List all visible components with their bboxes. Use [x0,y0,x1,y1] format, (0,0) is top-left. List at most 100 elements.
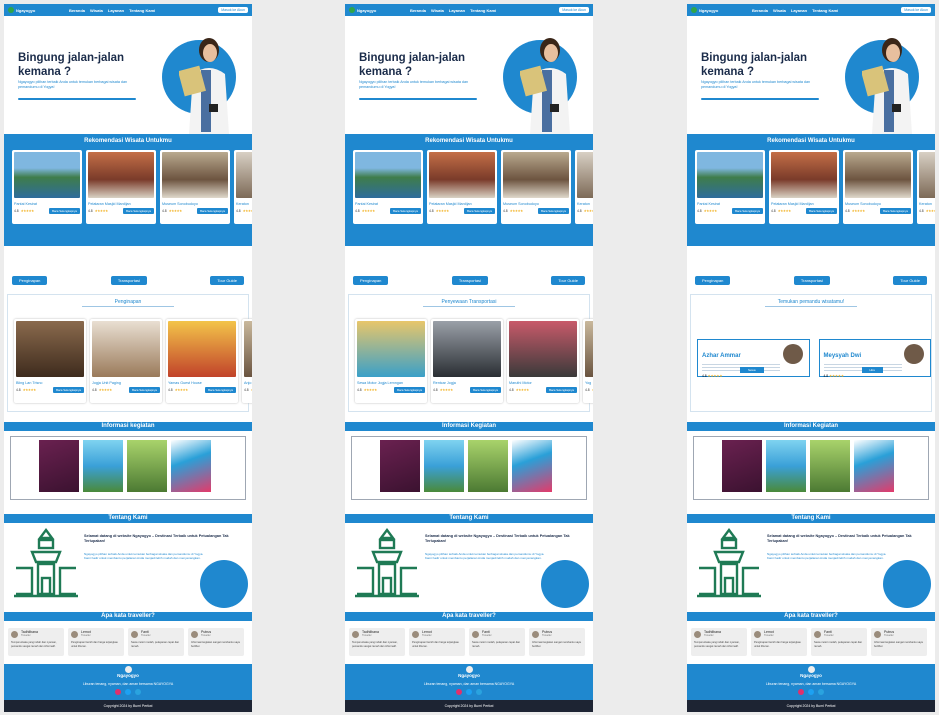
nav-link-beranda[interactable]: Beranda [410,8,426,13]
nav-link-layanan[interactable]: Layanan [449,8,465,13]
place-card[interactable]: Pelataran Masjid Mardijan 4.8 ★★★★★ Baca S… [769,150,839,224]
nav-link-wisata[interactable]: Wisata [773,8,786,13]
place-card[interactable]: Yog 4.8★★★★★Baca Selengkapnya [583,319,593,403]
telegram-icon[interactable] [135,689,141,695]
twitter-icon[interactable] [125,689,131,695]
tab-penginapan[interactable]: Penginapan [12,276,48,285]
testimoni-heading: Apa kata traveller? [101,613,155,619]
nav-link-layanan[interactable]: Layanan [791,8,807,13]
star-icons: ★★★★★ [435,209,450,213]
nav-link-beranda[interactable]: Beranda [752,8,768,13]
event-poster[interactable] [810,440,850,492]
tab-tour-guide[interactable]: Tour Guide [210,276,244,285]
tab-transportasi[interactable]: Transportasi [110,276,147,285]
brand-logo[interactable]: Ngayogyo [691,7,747,13]
nav-link-wisata[interactable]: Wisata [431,8,444,13]
place-card[interactable]: Pantai Kesirat 4.8 ★★★★★ Baca Selengkapnya [12,150,82,224]
guide-card[interactable]: Azhar Ammar 4.8 ★★★★★ Sewa [697,339,810,378]
place-card[interactable]: Anjo 4.8★★★★★Baca Selengkapnya [242,319,252,403]
hire-button[interactable]: Hire [861,367,884,373]
nav-link-layanan[interactable]: Layanan [108,8,124,13]
place-card[interactable]: Museum Sonobudoyo 4.8 ★★★★★ Baca Selengkap… [160,150,230,224]
instagram-icon[interactable] [115,689,121,695]
login-button[interactable]: Masuk ke Akun [559,7,589,13]
place-card[interactable]: Rentcar Jogja 4.8 ★★★★★ Baca Selengkapnya [431,319,503,403]
place-card[interactable]: Pantai Kesirat 4.8 ★★★★★ Baca Selengkapnya [695,150,765,224]
read-more-button[interactable]: Baca Selengkapnya [390,208,421,214]
read-more-button[interactable]: Baca Selengkapnya [470,387,501,393]
event-poster[interactable] [424,440,464,492]
brand-logo[interactable]: Ngayogyo [349,7,405,13]
place-card[interactable]: Sewa Motor Jogja Lemngan 4.8 ★★★★★ Baca Se… [355,319,427,403]
instagram-icon[interactable] [798,689,804,695]
event-poster[interactable] [854,440,894,492]
read-more-button[interactable]: Baca Selengkapnya [880,208,911,214]
place-card[interactable]: Keraton 4.8★★★★★Baca Selengkapnya [917,150,935,224]
read-more-button[interactable]: Baca Selengkapnya [205,387,236,393]
event-poster[interactable] [39,440,79,492]
place-card[interactable]: Pantai Kesirat 4.8 ★★★★★ Baca Selengkapnya [353,150,423,224]
place-card[interactable]: Museum Sonobudoyo 4.8 ★★★★★ Baca Selengkap… [843,150,913,224]
place-card[interactable]: Museum Sonobudoyo 4.8 ★★★★★ Baca Selengkap… [501,150,571,224]
place-card[interactable]: Pelataran Masjid Mardijan 4.8 ★★★★★ Baca S… [86,150,156,224]
nav-link-tentang[interactable]: Tentang Kami [470,8,496,13]
nav-link-wisata[interactable]: Wisata [90,8,103,13]
nav-link-tentang[interactable]: Tentang Kami [812,8,838,13]
place-card[interactable]: Yamas Guest House 4.8 ★★★★★ Baca Selengkap… [166,319,238,403]
event-poster[interactable] [766,440,806,492]
read-more-button[interactable]: Baca Selengkapnya [197,208,228,214]
event-poster[interactable] [127,440,167,492]
guide-card[interactable]: Meysyah Dwi 4.8 ★★★★★ Hire [818,339,931,378]
event-gallery[interactable] [693,436,929,500]
tab-penginapan[interactable]: Penginapan [695,276,731,285]
twitter-icon[interactable] [466,689,472,695]
event-poster[interactable] [83,440,123,492]
read-more-button[interactable]: Baca Selengkapnya [546,387,577,393]
tab-tour-guide[interactable]: Tour Guide [551,276,585,285]
nav-link-beranda[interactable]: Beranda [69,8,85,13]
recommendation-carousel[interactable]: Pantai Kesirat 4.8 ★★★★★ Baca Selengkapnya… [345,144,593,224]
tab-tour-guide[interactable]: Tour Guide [893,276,927,285]
read-more-button[interactable]: Baca Selengkapnya [394,387,425,393]
read-more-button[interactable]: Baca Selengkapnya [123,208,154,214]
tab-transportasi[interactable]: Transportasi [793,276,830,285]
place-card[interactable]: Maruthi Motor 4.8 ★★★★★ Baca Selengkapnya [507,319,579,403]
read-more-button[interactable]: Baca Selengkapnya [464,208,495,214]
event-poster[interactable] [380,440,420,492]
login-button[interactable]: Masuk ke Akun [901,7,931,13]
login-button[interactable]: Masuk ke Akun [218,7,248,13]
tab-penginapan[interactable]: Penginapan [353,276,389,285]
place-card[interactable]: Keraton 4.8★★★★★Baca Selengkapnya [234,150,252,224]
hire-button[interactable]: Sewa [740,367,764,373]
event-poster[interactable] [171,440,211,492]
telegram-icon[interactable] [476,689,482,695]
read-more-button[interactable]: Baca Selengkapnya [129,387,160,393]
event-poster[interactable] [468,440,508,492]
read-more-button[interactable]: Baca Selengkapnya [53,387,84,393]
place-card[interactable]: Keraton 4.8★★★★★Baca Selengkapnya [575,150,593,224]
testimonial-list: Tadhilbana Traveller Tempat wisata yang in… [8,628,244,656]
read-more-button[interactable]: Baca Selengkapnya [49,208,80,214]
twitter-icon[interactable] [808,689,814,695]
event-poster[interactable] [512,440,552,492]
place-name: Museum Sonobudoyo [162,202,198,206]
read-more-button[interactable]: Baca Selengkapnya [806,208,837,214]
tab-transportasi[interactable]: Transportasi [451,276,488,285]
event-gallery[interactable] [10,436,246,500]
place-card[interactable]: Pelataran Masjid Mardijan 4.8 ★★★★★ Baca S… [427,150,497,224]
place-card[interactable]: Jogja Unit Paging 4.8 ★★★★★ Baca Selengkap… [90,319,162,403]
footer-brand: Ngayogyo [117,673,139,678]
place-name: Pelataran Masjid Mardijan [88,202,131,206]
event-poster[interactable] [722,440,762,492]
instagram-icon[interactable] [456,689,462,695]
brand-logo[interactable]: Ngayogyo [8,7,64,13]
read-more-button[interactable]: Baca Selengkapnya [538,208,569,214]
telegram-icon[interactable] [818,689,824,695]
nav-link-tentang[interactable]: Tentang Kami [129,8,155,13]
event-gallery[interactable] [351,436,587,500]
place-card[interactable]: Bling Lan Trisno 4.8 ★★★★★ Baca Selengkapn… [14,319,86,403]
traveller-role: Traveller [542,634,552,637]
recommendation-carousel[interactable]: Pantai Kesirat 4.8 ★★★★★ Baca Selengkapnya… [687,144,935,224]
read-more-button[interactable]: Baca Selengkapnya [732,208,763,214]
recommendation-carousel[interactable]: Pantai Kesirat 4.8 ★★★★★ Baca Selengkapnya… [4,144,252,224]
